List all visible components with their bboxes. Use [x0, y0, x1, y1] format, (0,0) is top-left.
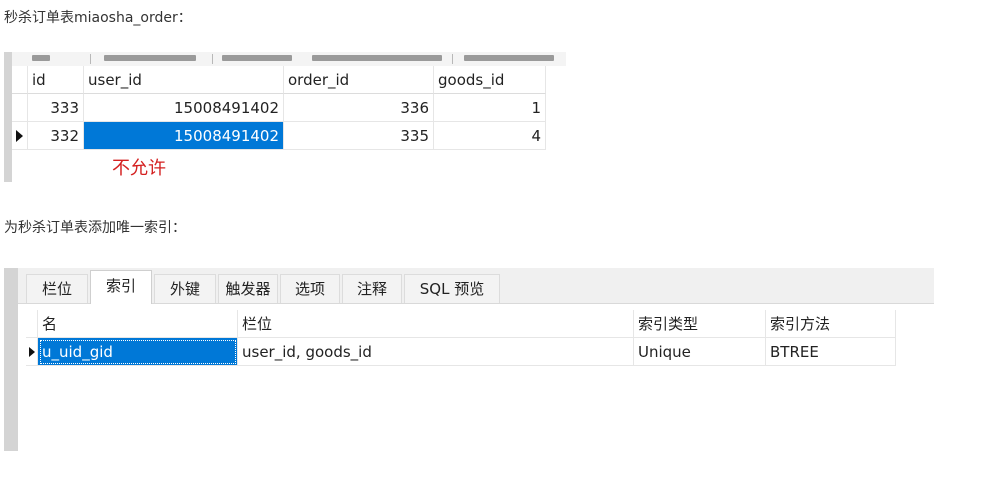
not-allowed-annotation: 不允许 — [112, 158, 166, 179]
column-header-index-method[interactable]: 索引方法 — [766, 310, 896, 338]
tab-fields[interactable]: 栏位 — [26, 274, 88, 303]
paragraph-add-unique-index: 为秒杀订单表添加唯一索引： — [4, 220, 186, 236]
tab-foreign-keys[interactable]: 外键 — [154, 274, 216, 303]
tab-indexes[interactable]: 索引 — [90, 270, 152, 304]
index-method-select[interactable]: BTREE — [766, 338, 896, 366]
toolbar-button-icon[interactable] — [312, 55, 442, 61]
cell-user-id-selected[interactable]: 15008491402 — [84, 122, 284, 150]
cell-order-id[interactable]: 335 — [284, 122, 434, 150]
row-indicator[interactable] — [12, 94, 28, 122]
column-header-index-type[interactable]: 索引类型 — [634, 310, 766, 338]
toolbar-separator — [90, 54, 91, 64]
cell-goods-id[interactable]: 1 — [434, 94, 546, 122]
orders-table-screenshot: id user_id order_id goods_id 333 1500849… — [4, 52, 566, 182]
index-name-input[interactable]: u_uid_gid — [38, 338, 238, 366]
designer-tab-strip: 栏位 索引 外键 触发器 选项 注释 SQL 预览 — [18, 268, 934, 304]
column-header-name[interactable]: 名 — [38, 310, 238, 338]
index-type-select[interactable]: Unique — [634, 338, 766, 366]
column-header-user-id[interactable]: user_id — [84, 66, 284, 94]
cell-id[interactable]: 333 — [28, 94, 84, 122]
toolbar-separator — [212, 54, 213, 64]
cell-order-id[interactable]: 336 — [284, 94, 434, 122]
grid-header-row: id user_id order_id goods_id — [12, 66, 546, 94]
column-header-fields[interactable]: 栏位 — [238, 310, 634, 338]
cell-user-id[interactable]: 15008491402 — [84, 94, 284, 122]
row-indicator-icon — [16, 129, 23, 142]
left-scroll-bar — [4, 52, 12, 182]
column-header-order-id[interactable]: order_id — [284, 66, 434, 94]
cell-id[interactable]: 332 — [28, 122, 84, 150]
index-grid-header-row: 名 栏位 索引类型 索引方法 — [26, 310, 896, 338]
tab-options[interactable]: 选项 — [280, 274, 340, 303]
grid-toolbar — [12, 52, 566, 66]
cell-goods-id[interactable]: 4 — [434, 122, 546, 150]
row-indicator-icon — [28, 346, 35, 357]
tab-comments[interactable]: 注释 — [342, 274, 402, 303]
index-fields-cell[interactable]: user_id, goods_id — [238, 338, 634, 366]
toolbar-button-icon[interactable] — [464, 55, 554, 61]
row-indicator[interactable] — [12, 122, 28, 150]
table-row[interactable]: 332 15008491402 335 4 — [12, 122, 546, 150]
row-indicator-header — [26, 310, 38, 338]
toolbar-button-icon[interactable] — [104, 55, 196, 61]
tab-sql-preview[interactable]: SQL 预览 — [404, 274, 500, 303]
left-scroll-bar — [4, 268, 18, 451]
toolbar-button-icon[interactable] — [222, 55, 292, 61]
toolbar-button-icon[interactable] — [32, 55, 50, 61]
table-row[interactable]: 333 15008491402 336 1 — [12, 94, 546, 122]
row-indicator[interactable] — [26, 338, 38, 366]
row-indicator-header — [12, 66, 28, 94]
column-header-id[interactable]: id — [28, 66, 84, 94]
toolbar-separator — [452, 54, 453, 64]
index-designer-screenshot: 栏位 索引 外键 触发器 选项 注释 SQL 预览 名 栏位 索引类型 索引方法… — [4, 268, 934, 451]
paragraph-miaosha-order-title: 秒杀订单表miaosha_order： — [4, 10, 192, 26]
tab-triggers[interactable]: 触发器 — [218, 274, 278, 303]
column-header-goods-id[interactable]: goods_id — [434, 66, 546, 94]
table-row[interactable]: u_uid_gid user_id, goods_id Unique BTREE — [26, 338, 896, 366]
